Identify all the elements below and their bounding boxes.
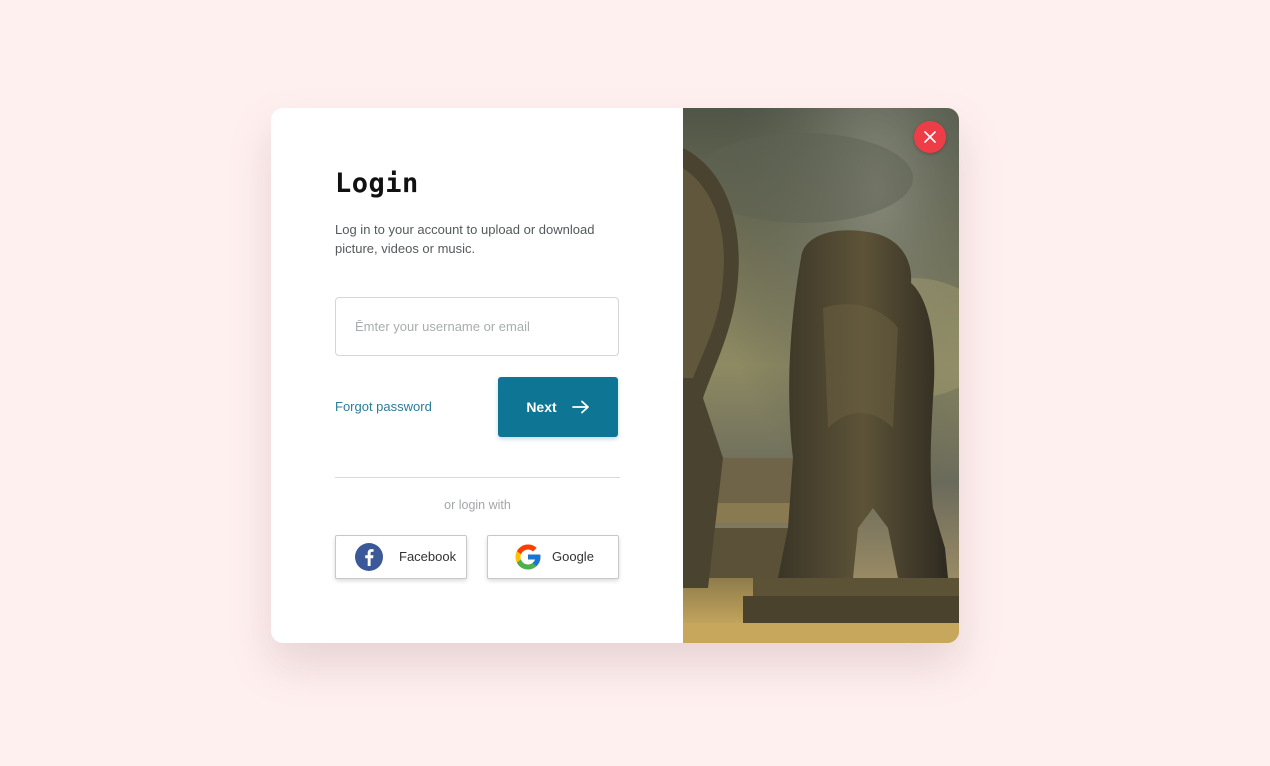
or-login-with-text: or login with: [444, 498, 511, 512]
hero-image: [683, 108, 959, 643]
forgot-password-link[interactable]: Forgot password: [335, 399, 432, 414]
login-dialog: Login Log in to your account to upload o…: [271, 108, 959, 643]
google-label: Google: [552, 549, 594, 564]
close-button[interactable]: [914, 121, 946, 153]
dialog-title: Login: [335, 168, 419, 199]
google-login-button[interactable]: Google: [487, 535, 619, 579]
login-form-pane: Login Log in to your account to upload o…: [271, 108, 683, 643]
dialog-subtitle: Log in to your account to upload or down…: [335, 222, 595, 256]
username-input-container: [335, 297, 619, 356]
close-icon: [924, 131, 936, 143]
next-button-label: Next: [526, 399, 557, 415]
next-button[interactable]: Next: [498, 377, 618, 437]
temple-statue-image: [683, 108, 959, 643]
arrow-right-icon: [571, 400, 589, 414]
google-icon: [515, 544, 541, 570]
divider: [335, 477, 620, 478]
facebook-icon: [355, 543, 383, 571]
username-input[interactable]: [336, 298, 618, 355]
facebook-login-button[interactable]: Facebook: [335, 535, 467, 579]
facebook-label: Facebook: [399, 549, 457, 564]
